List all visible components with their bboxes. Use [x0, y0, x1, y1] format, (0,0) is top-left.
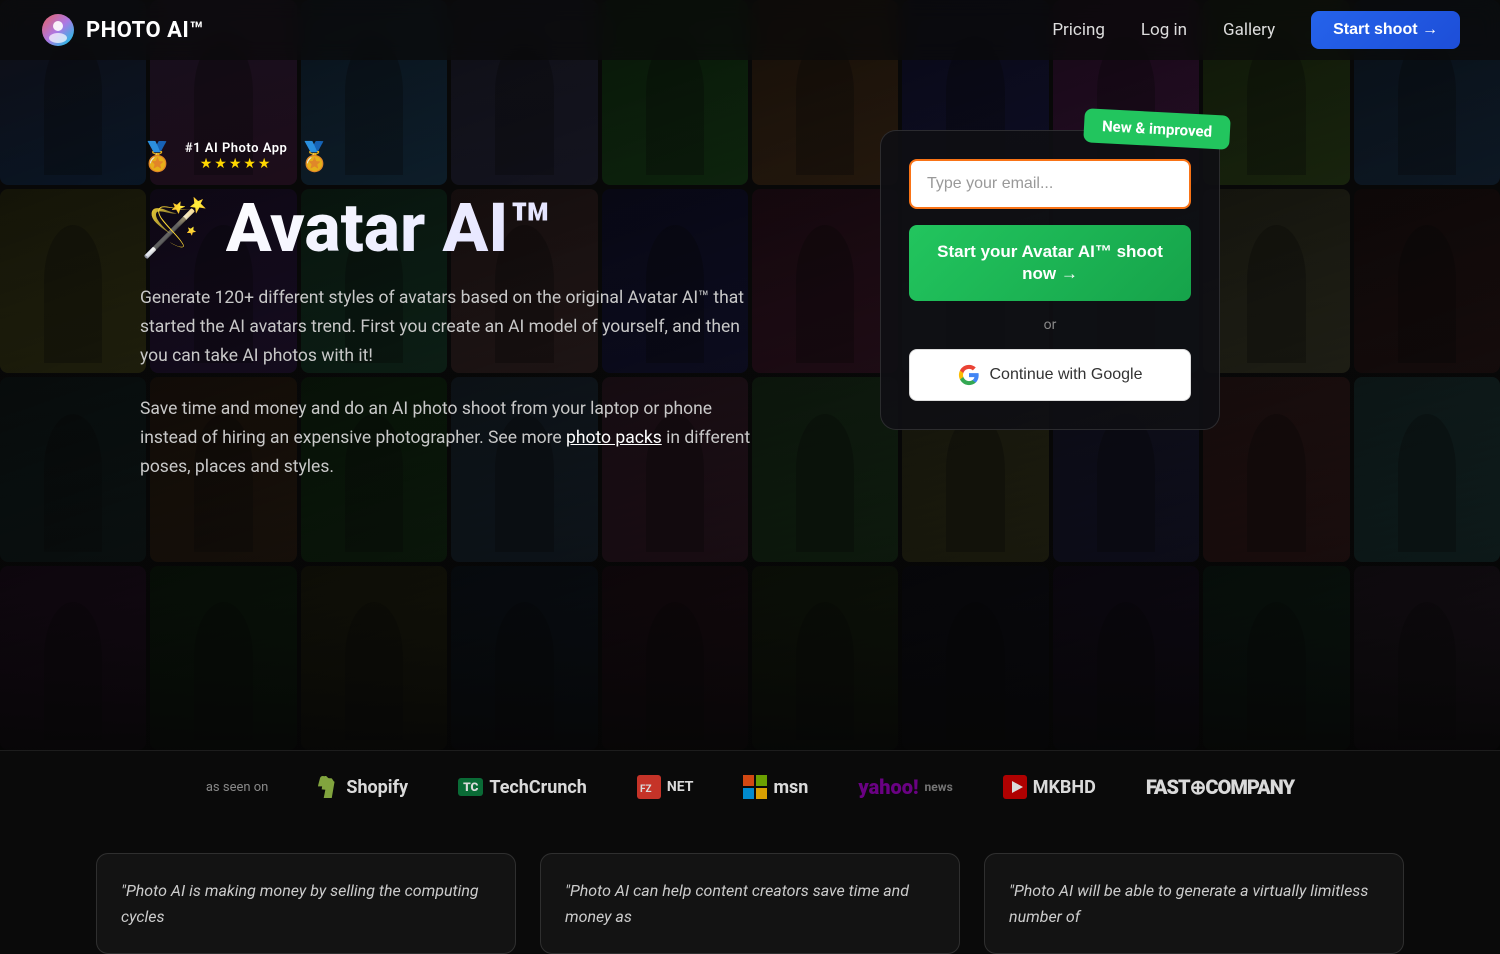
mkbhd-icon	[1003, 775, 1027, 799]
photo-packs-link[interactable]: photo packs	[566, 428, 662, 448]
press-logo-yahoo: yahoo! news	[858, 775, 952, 799]
award-text: #1 AI Photo App ★★★★★	[185, 141, 287, 172]
press-bar: as seen on Shopify TC TechCrunch FZ NET …	[0, 750, 1500, 823]
hero-title: 🪄 Avatar AI™	[140, 193, 820, 264]
start-shoot-button[interactable]: Start shoot →	[1311, 11, 1460, 49]
hero-description-2: Save time and money and do an AI photo s…	[140, 395, 770, 482]
login-link[interactable]: Log in	[1141, 20, 1187, 40]
shopify-icon	[318, 776, 340, 798]
press-logo-fastcompany: FAST⊕COMPANY	[1146, 775, 1294, 799]
nav-links: Pricing Log in Gallery Start shoot →	[1052, 11, 1460, 49]
logo[interactable]: PHOTO AI™	[40, 12, 204, 48]
laurel-right: 🏅	[297, 140, 332, 173]
pricing-link[interactable]: Pricing	[1052, 20, 1105, 40]
hero-right: New & improved Start your Avatar AI™ sho…	[880, 130, 1220, 430]
signup-card: Start your Avatar AI™ shoot now → or Con…	[880, 130, 1220, 430]
email-input[interactable]	[909, 159, 1191, 209]
google-button-label: Continue with Google	[990, 366, 1143, 384]
msn-icon	[743, 775, 767, 799]
hero-description-1: Generate 120+ different styles of avatar…	[140, 284, 770, 371]
google-icon	[958, 364, 980, 386]
stars: ★★★★★	[185, 156, 287, 172]
testimonial-text-1: "Photo AI is making money by selling the…	[121, 878, 491, 929]
testimonials-section: "Photo AI is making money by selling the…	[0, 823, 1500, 954]
navbar: PHOTO AI™ Pricing Log in Gallery Start s…	[0, 0, 1500, 60]
brand-name: Avatar AI™	[226, 193, 552, 264]
testimonial-text-2: "Photo AI can help content creators save…	[565, 878, 935, 929]
svg-text:FZ: FZ	[640, 784, 652, 795]
press-logo-fznet: FZ NET	[637, 775, 694, 799]
logo-icon	[40, 12, 76, 48]
google-signin-button[interactable]: Continue with Google	[909, 349, 1191, 401]
cta-button[interactable]: Start your Avatar AI™ shoot now →	[909, 225, 1191, 301]
fznet-icon: FZ	[637, 775, 661, 799]
testimonial-text-3: "Photo AI will be able to generate a vir…	[1009, 878, 1379, 929]
testimonial-card-3: "Photo AI will be able to generate a vir…	[984, 853, 1404, 954]
award-badge: 🏅 #1 AI Photo App ★★★★★ 🏅	[140, 140, 332, 173]
press-logos: Shopify TC TechCrunch FZ NET msn yahoo! …	[318, 775, 1294, 799]
testimonial-card-1: "Photo AI is making money by selling the…	[96, 853, 516, 954]
logo-text: PHOTO AI™	[86, 18, 204, 43]
hero-section: 🏅 #1 AI Photo App ★★★★★ 🏅 🪄 Avatar AI™ G…	[0, 0, 1500, 750]
or-divider: or	[909, 317, 1191, 333]
press-label: as seen on	[206, 780, 269, 795]
testimonial-card-2: "Photo AI can help content creators save…	[540, 853, 960, 954]
gallery-link[interactable]: Gallery	[1223, 20, 1275, 40]
press-logo-mkbhd: MKBHD	[1003, 775, 1096, 799]
press-logo-shopify: Shopify	[318, 776, 408, 798]
press-logo-techcrunch: TC TechCrunch	[458, 777, 587, 798]
title-emoji: 🪄	[140, 199, 210, 258]
laurel-left: 🏅	[140, 140, 175, 173]
press-logo-msn: msn	[743, 775, 808, 799]
hero-left: 🏅 #1 AI Photo App ★★★★★ 🏅 🪄 Avatar AI™ G…	[140, 120, 820, 482]
award-title: #1 AI Photo App	[185, 141, 287, 156]
hero-content: 🏅 #1 AI Photo App ★★★★★ 🏅 🪄 Avatar AI™ G…	[0, 60, 1500, 750]
